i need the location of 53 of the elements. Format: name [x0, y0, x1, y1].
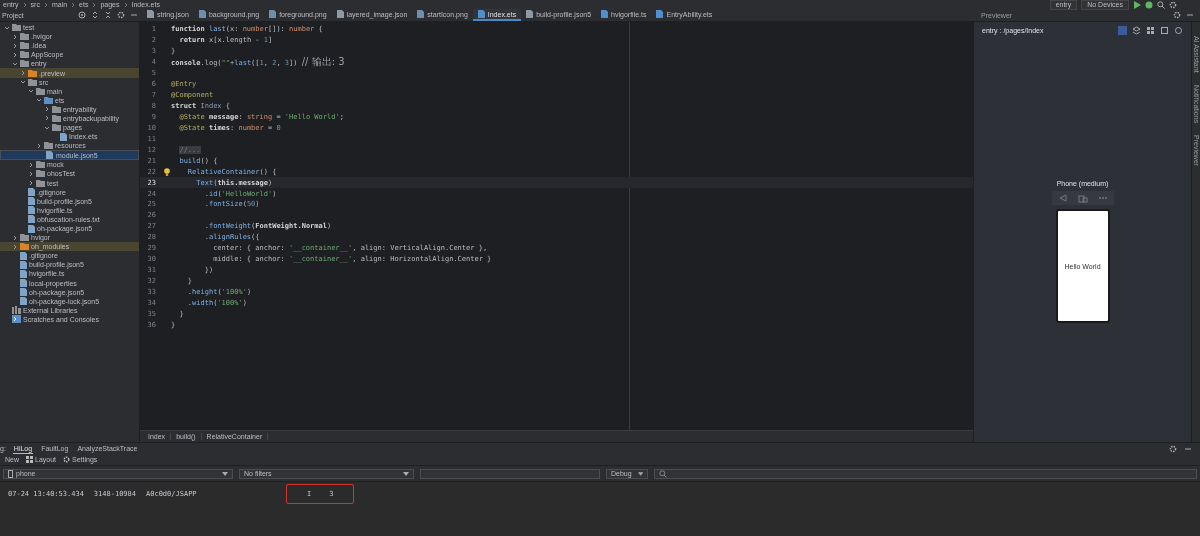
minimize-icon[interactable] [130, 11, 138, 19]
chevron-right-icon[interactable] [36, 142, 42, 149]
console-icon [12, 315, 21, 324]
search-icon[interactable] [1157, 0, 1165, 9]
chevron-right-icon[interactable] [20, 70, 26, 76]
file-icon [46, 151, 53, 160]
debug-icon[interactable] [1145, 0, 1153, 9]
chevron-right-icon [22, 1, 27, 8]
layout-icon [26, 456, 33, 463]
chevron-down-icon[interactable] [44, 124, 50, 131]
chevron-down-icon[interactable] [36, 97, 42, 104]
chevron-right-icon [43, 1, 48, 8]
caret-icon [222, 471, 228, 476]
target-icon[interactable] [78, 11, 86, 19]
frame-icon[interactable] [1160, 25, 1169, 35]
chevron-right-icon[interactable] [12, 51, 18, 58]
run-icon[interactable] [1133, 0, 1141, 9]
settings-icon[interactable] [1169, 444, 1177, 453]
chevron-right-icon[interactable] [44, 115, 50, 122]
lightbulb-icon[interactable] [164, 167, 170, 176]
settings-icon [63, 456, 71, 463]
chevron-right-icon [71, 1, 76, 8]
chevron-down-icon[interactable] [4, 24, 10, 31]
library-icon [12, 306, 21, 315]
caret-icon [403, 471, 409, 476]
search-field[interactable] [420, 468, 600, 479]
settings-icon[interactable] [117, 11, 125, 19]
file-icon [60, 132, 67, 141]
layers-icon[interactable] [1132, 25, 1141, 35]
chevron-right-icon[interactable] [28, 161, 34, 168]
minimize-icon[interactable] [1186, 11, 1194, 19]
grid-icon[interactable] [1146, 25, 1155, 35]
chevron-right-icon[interactable] [12, 234, 18, 241]
toggle-icon[interactable] [1118, 25, 1127, 35]
chevron-right-icon[interactable] [28, 170, 34, 177]
caret-icon [637, 471, 643, 476]
chevron-down-icon[interactable] [20, 79, 26, 86]
refresh-icon[interactable] [1174, 25, 1183, 35]
collapse-all-icon[interactable] [104, 11, 112, 19]
chevron-right-icon[interactable] [28, 180, 34, 187]
phone-icon [8, 469, 13, 478]
chevron-down-icon[interactable] [28, 88, 34, 95]
expand-all-icon[interactable] [91, 11, 99, 19]
search-icon [659, 469, 667, 478]
file-icon [147, 10, 154, 18]
chevron-right-icon[interactable] [44, 106, 50, 113]
chevron-right-icon[interactable] [12, 243, 18, 250]
chevron-right-icon [92, 1, 97, 8]
chevron-down-icon[interactable] [12, 60, 18, 67]
chevron-right-icon[interactable] [12, 33, 18, 40]
chevron-right-icon [123, 1, 128, 8]
regex-search-field[interactable] [654, 468, 1197, 479]
chevron-right-icon[interactable] [12, 42, 18, 49]
